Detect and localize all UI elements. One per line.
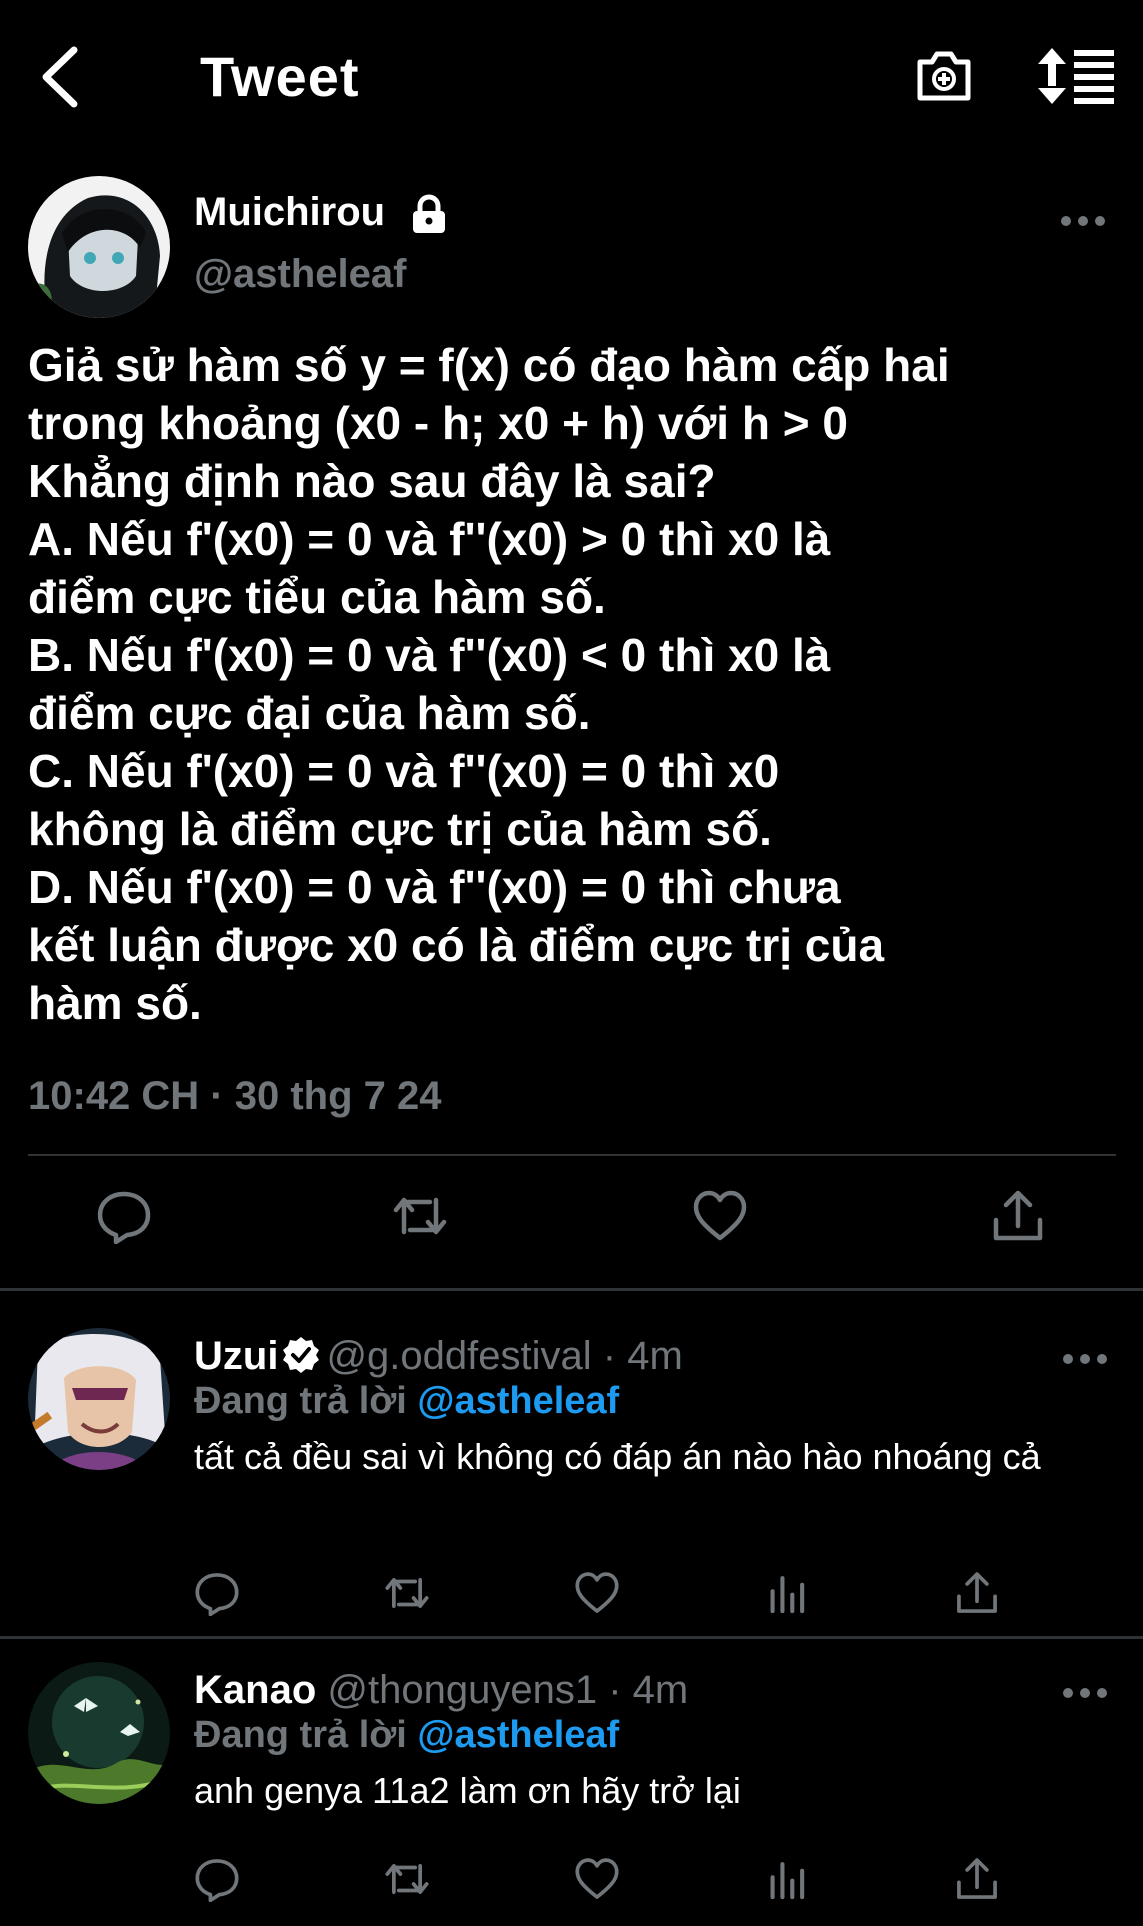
reply-avatar[interactable] [28, 1662, 170, 1804]
like-button[interactable] [574, 1570, 620, 1616]
reply-author-name[interactable]: Kanao [194, 1668, 316, 1712]
reply-icon [195, 1859, 239, 1903]
retweet-icon [385, 1864, 429, 1894]
more-icon [1061, 216, 1105, 226]
reply-action-bar [0, 1570, 1143, 1640]
more-options-button[interactable] [1060, 1678, 1110, 1708]
author-name[interactable]: Muichirou [194, 190, 385, 235]
lock-icon [410, 194, 448, 234]
reply-time: 4m [632, 1668, 689, 1712]
reply-button[interactable] [194, 1856, 240, 1903]
replying-to-prefix: Đang trả lời [194, 1380, 407, 1422]
analytics-icon [770, 1576, 805, 1614]
reply-time: 4m [627, 1334, 683, 1378]
reply-avatar[interactable] [28, 1328, 170, 1470]
section-divider [0, 1636, 1143, 1639]
verified-badge-icon [283, 1337, 320, 1373]
like-button[interactable] [574, 1856, 620, 1902]
reply-action-bar [0, 1856, 1143, 1926]
retweet-button[interactable] [392, 1188, 448, 1244]
share-icon [957, 1858, 997, 1899]
like-button[interactable] [692, 1188, 748, 1244]
retweet-button[interactable] [384, 1570, 430, 1616]
reply-button[interactable] [96, 1188, 152, 1245]
avatar-image [28, 1662, 170, 1804]
heart-icon [693, 1190, 747, 1241]
reply-author-handle[interactable]: @thonguyens1 [327, 1668, 597, 1712]
tweet-author: Muichirou @astheleaf [28, 176, 1118, 318]
more-icon [1063, 1354, 1107, 1364]
share-button[interactable] [954, 1570, 1000, 1616]
chevron-left-icon [42, 46, 78, 108]
reply-icon [195, 1573, 239, 1617]
heart-icon [575, 1858, 619, 1899]
more-icon [1063, 1688, 1107, 1698]
mention-link[interactable]: @astheleaf [417, 1714, 619, 1756]
sort-icon [1038, 48, 1114, 104]
top-nav-bar: Tweet [0, 0, 1143, 150]
analytics-icon [770, 1862, 805, 1900]
replying-to-prefix: Đang trả lời [194, 1714, 407, 1756]
reply-author-name[interactable]: Uzui [194, 1334, 278, 1378]
camera-add-icon [917, 51, 971, 101]
share-icon [957, 1572, 997, 1613]
analytics-button[interactable] [766, 1570, 812, 1616]
reply-icon [97, 1191, 151, 1245]
heart-icon [575, 1572, 619, 1613]
mention-link[interactable]: @astheleaf [417, 1380, 619, 1422]
camera-button[interactable] [914, 46, 974, 106]
retweet-button[interactable] [384, 1856, 430, 1902]
reply-text: tất cả đều sai vì không có đáp án nào hà… [194, 1436, 1041, 1477]
reply-header: Uzui @g.oddfestival · 4m [194, 1334, 683, 1379]
sort-button[interactable] [1038, 48, 1114, 104]
page-title: Tweet [200, 45, 360, 108]
reply-header: Kanao @thonguyens1 · 4m [194, 1668, 688, 1713]
reply-author-handle[interactable]: @g.oddfestival [326, 1334, 591, 1378]
separator-dot: · [602, 1334, 617, 1378]
author-avatar[interactable] [28, 176, 170, 318]
analytics-button[interactable] [766, 1856, 812, 1902]
tweet-action-bar [0, 1188, 1143, 1258]
avatar-image [28, 176, 170, 318]
replying-to: Đang trả lời @astheleaf [194, 1714, 619, 1757]
tweet-text: Giả sử hàm số y = f(x) có đạo hàm cấp ha… [28, 339, 950, 1029]
share-button[interactable] [954, 1856, 1000, 1902]
reply-text: anh genya 11a2 làm ơn hãy trở lại [194, 1770, 741, 1811]
more-options-button[interactable] [1058, 206, 1108, 236]
tweet-timestamp: 10:42 CH · 30 thg 7 24 [28, 1074, 442, 1118]
separator-dot: · [608, 1668, 622, 1712]
replying-to: Đang trả lời @astheleaf [194, 1380, 619, 1423]
back-button[interactable] [36, 42, 86, 112]
reply-button[interactable] [194, 1570, 240, 1617]
share-button[interactable] [990, 1188, 1046, 1244]
avatar-image [28, 1328, 170, 1470]
section-divider [0, 1288, 1143, 1291]
retweet-icon [393, 1197, 447, 1235]
share-icon [993, 1190, 1043, 1241]
divider [28, 1154, 1116, 1156]
author-handle[interactable]: @astheleaf [194, 252, 406, 297]
more-options-button[interactable] [1060, 1344, 1110, 1374]
retweet-icon [385, 1578, 429, 1608]
